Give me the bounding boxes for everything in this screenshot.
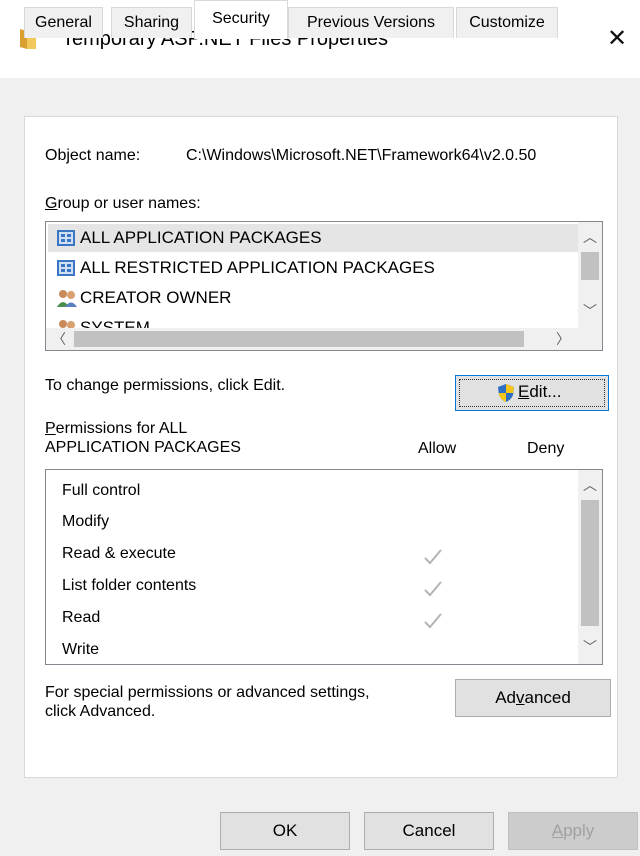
permission-row: Write (62, 641, 100, 658)
scroll-left-icon[interactable]: 〈 (48, 328, 70, 350)
scroll-up-icon[interactable]: ︿ (579, 226, 601, 248)
close-button[interactable]: ✕ (594, 16, 640, 62)
shield-icon (498, 384, 514, 402)
list-item-label: ALL RESTRICTED APPLICATION PACKAGES (80, 258, 435, 277)
change-permissions-hint: To change permissions, click Edit. (45, 377, 286, 394)
apply-button[interactable]: Apply (508, 812, 638, 850)
group-list-hscrollbar[interactable]: 〈 〉 (46, 328, 602, 350)
permission-row: Read & execute (62, 545, 176, 562)
advanced-button[interactable]: Advanced (455, 679, 611, 717)
allow-check-icon (424, 581, 442, 597)
edit-button[interactable]: Edit... (455, 375, 609, 411)
tab-security[interactable]: Security (194, 0, 288, 39)
scroll-right-icon[interactable]: 〉 (552, 328, 574, 350)
permission-row: Full control (62, 482, 141, 499)
list-item-label: CREATOR OWNER (80, 288, 232, 307)
permissions-vscrollbar[interactable]: ︿ ﹀ (578, 470, 602, 664)
allow-header: Allow (418, 440, 457, 457)
package-group-icon (57, 230, 75, 246)
object-name-label: Object name: (45, 147, 141, 164)
object-name-value: C:\Windows\Microsoft.NET\Framework64\v2.… (186, 147, 537, 164)
allow-check-icon (424, 549, 442, 565)
list-item[interactable]: ALL APPLICATION PACKAGES (48, 224, 602, 252)
allow-check-icon (424, 613, 442, 629)
users-icon (57, 290, 77, 307)
permission-row: Read (62, 609, 101, 626)
list-item-label: ALL APPLICATION PACKAGES (80, 228, 322, 247)
deny-header: Deny (527, 440, 565, 457)
security-panel: Object name: C:\Windows\Microsoft.NET\Fr… (24, 116, 618, 778)
permission-row: List folder contents (62, 577, 197, 594)
scroll-thumb[interactable] (581, 252, 599, 280)
group-names-label: Group or user names: (45, 195, 201, 212)
cancel-button[interactable]: Cancel (364, 812, 494, 850)
advanced-hint: For special permissions or advanced sett… (45, 684, 370, 720)
scroll-down-icon[interactable]: ﹀ (579, 636, 601, 658)
scroll-up-icon[interactable]: ︿ (579, 474, 601, 496)
edit-button-label: Edit... (518, 382, 562, 401)
tab-customize[interactable]: Customize (456, 7, 558, 38)
tab-sharing[interactable]: Sharing (111, 7, 192, 38)
package-group-icon (57, 260, 75, 276)
ok-button[interactable]: OK (220, 812, 350, 850)
tab-previous-versions[interactable]: Previous Versions (288, 7, 454, 38)
tab-general[interactable]: General (24, 7, 103, 38)
close-icon: ✕ (606, 25, 628, 52)
scroll-down-icon[interactable]: ﹀ (579, 300, 601, 322)
permissions-list: Full control Modify Read & execute List … (45, 469, 603, 665)
scroll-thumb[interactable] (74, 331, 524, 347)
permissions-title: Permissions for ALL APPLICATION PACKAGES (45, 420, 241, 456)
scroll-thumb[interactable] (581, 500, 599, 626)
permission-row: Modify (62, 513, 110, 530)
group-list-vscrollbar[interactable]: ︿ ﹀ (578, 222, 602, 328)
group-user-list[interactable]: ALL APPLICATION PACKAGES ALL RESTRICTED … (45, 221, 603, 351)
